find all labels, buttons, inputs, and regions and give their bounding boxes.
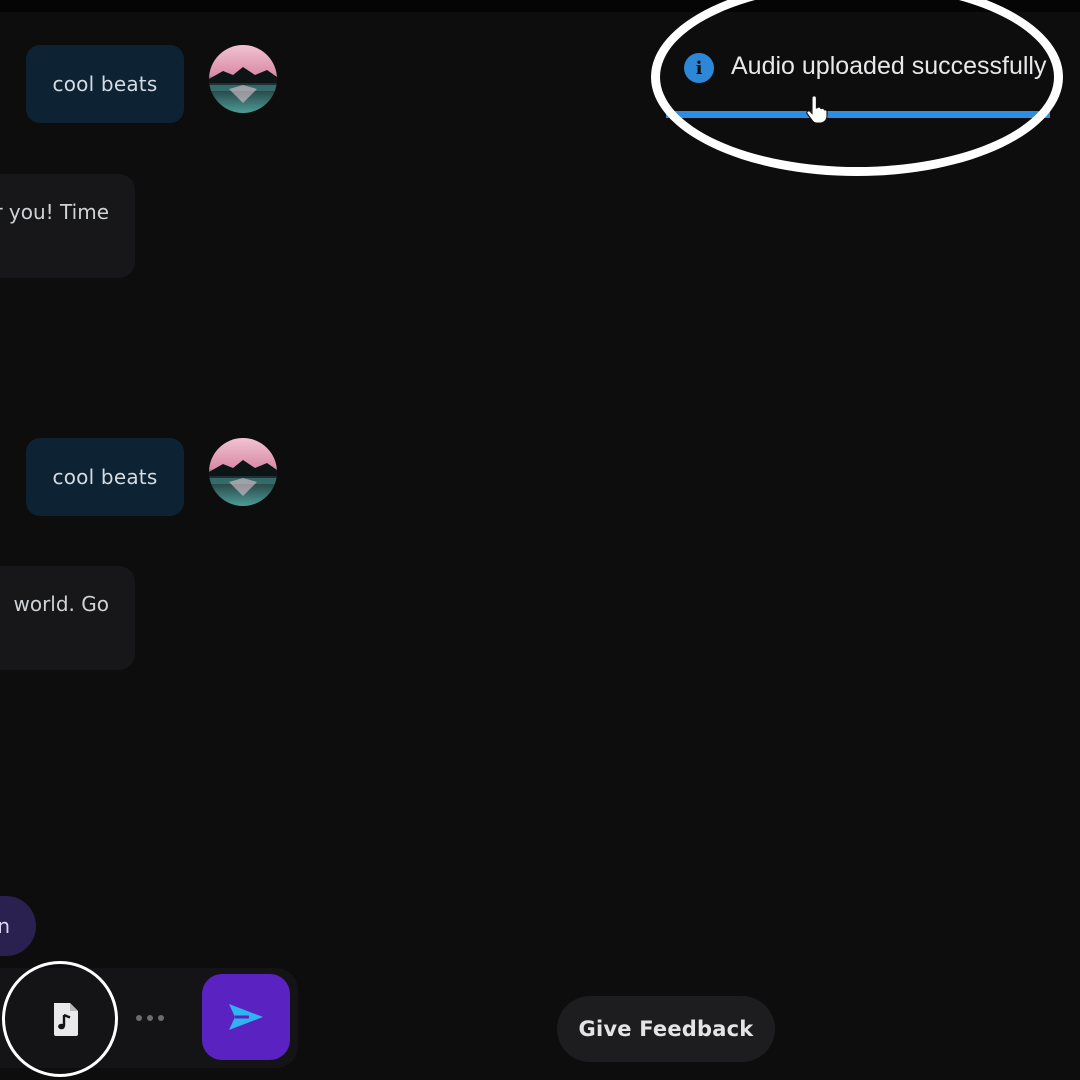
avatar-image (209, 438, 277, 506)
user-message-text: cool beats (52, 465, 158, 489)
give-feedback-button[interactable]: Give Feedback (557, 996, 775, 1062)
send-button[interactable] (202, 974, 290, 1060)
give-feedback-label: Give Feedback (578, 1017, 754, 1041)
suggestion-pill[interactable]: n (0, 896, 36, 956)
suggestion-pill-label: n (0, 914, 10, 938)
chat-screen: cool beats r you! Time cool beats world.… (0, 0, 1080, 1080)
avatar-image (209, 45, 277, 113)
user-message-bubble: cool beats (26, 45, 184, 123)
assistant-message-bubble: world. Go (0, 566, 135, 670)
user-avatar[interactable] (209, 438, 277, 506)
user-message-bubble: cool beats (26, 438, 184, 516)
hand-cursor-icon (806, 96, 828, 124)
more-dots-icon (147, 1015, 153, 1021)
assistant-message-text: world. Go (13, 592, 109, 616)
more-options-button[interactable] (128, 1006, 172, 1030)
assistant-message-text: r you! Time (0, 200, 109, 224)
send-arrow-icon (229, 1004, 263, 1030)
highlight-circle (2, 961, 118, 1077)
assistant-message-bubble: r you! Time (0, 174, 135, 278)
user-message-text: cool beats (52, 72, 158, 96)
more-dots-icon (136, 1015, 142, 1021)
more-dots-icon (158, 1015, 164, 1021)
user-avatar[interactable] (209, 45, 277, 113)
highlight-circle (651, 0, 1063, 176)
